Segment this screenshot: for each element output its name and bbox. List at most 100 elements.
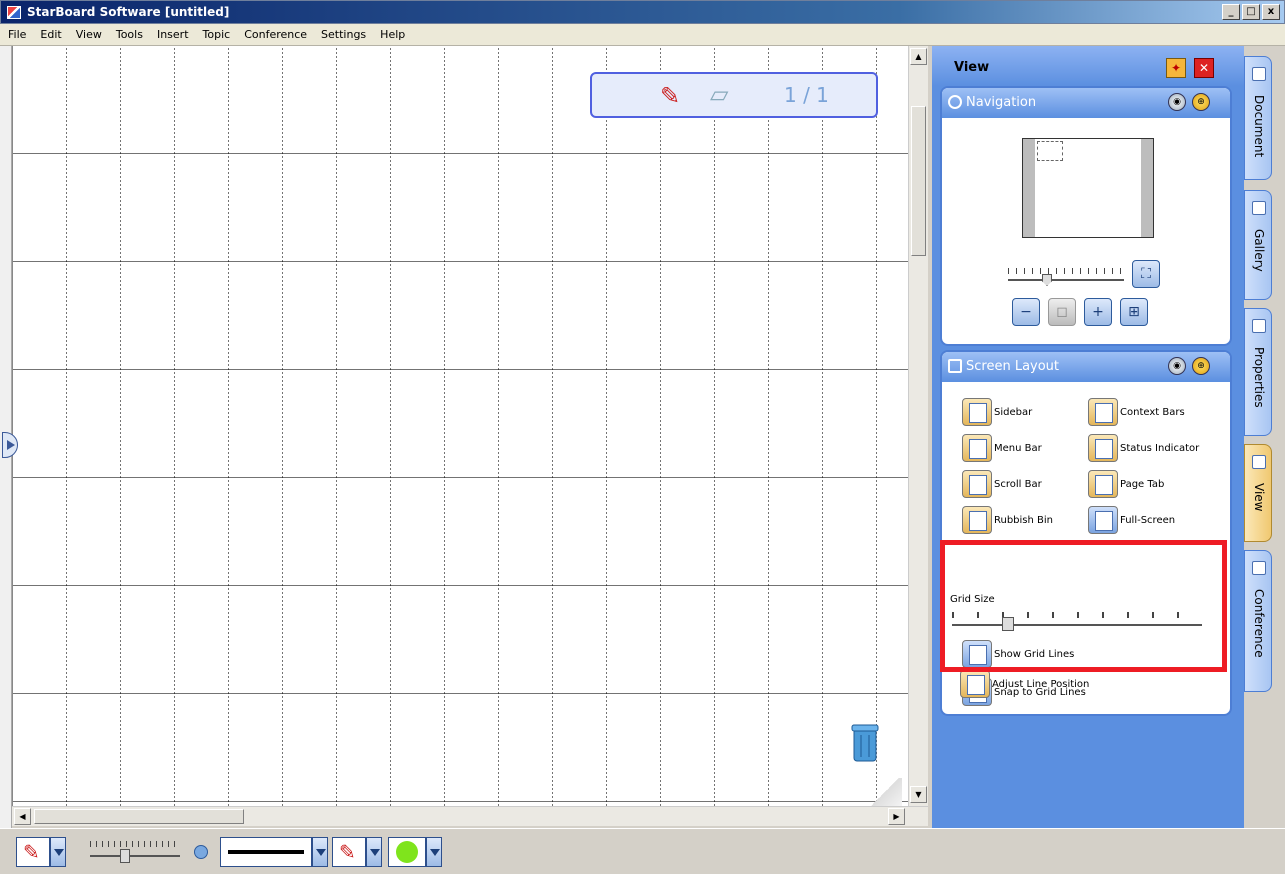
pen-color-dropdown[interactable] — [366, 837, 382, 867]
scroll-right-arrow[interactable]: ▶ — [888, 808, 905, 825]
menu-bar: File Edit View Tools Insert Topic Confer… — [0, 24, 1285, 46]
menu-bar-toggle[interactable]: Menu Bar — [962, 434, 1042, 462]
view-icon — [1252, 455, 1266, 469]
tab-document-label: Document — [1252, 95, 1266, 158]
menu-bar-icon — [962, 434, 992, 462]
rubbish-bin-icon — [962, 506, 992, 534]
view-panel: View ✦ ✕ Navigation ◉ ⊕ ⛶ − ◻ + ⊞ Screen… — [932, 46, 1244, 828]
pen-tool-button[interactable]: ✎ — [16, 837, 50, 867]
collapse-icon[interactable]: ⊕ — [1192, 357, 1210, 375]
full-screen-label: Full-Screen — [1120, 514, 1176, 526]
scroll-up-arrow[interactable]: ▲ — [910, 48, 927, 65]
whiteboard-canvas[interactable] — [12, 46, 908, 806]
menu-file[interactable]: File — [8, 28, 26, 41]
screen-layout-title: Screen Layout — [966, 359, 1060, 374]
pin-button[interactable]: ✦ — [1166, 58, 1186, 78]
menu-topic[interactable]: Topic — [203, 28, 231, 41]
horizontal-scroll-thumb[interactable] — [34, 809, 244, 824]
zoom-out-icon[interactable]: − — [1012, 298, 1040, 326]
line-style-dropdown[interactable] — [312, 837, 328, 867]
horizontal-scrollbar[interactable]: ◀ ▶ — [12, 806, 928, 826]
status-indicator-toggle[interactable]: Status Indicator — [1088, 434, 1199, 462]
expand-icon[interactable]: ◉ — [1168, 357, 1186, 375]
vertical-scrollbar[interactable]: ▲ ▼ — [908, 46, 928, 806]
rubbish-bin-icon[interactable] — [851, 723, 881, 763]
page-tab-icon — [1088, 470, 1118, 498]
sidebar-icon — [962, 398, 992, 426]
status-indicator-label: Status Indicator — [1120, 442, 1200, 454]
rubbish-bin-toggle[interactable]: Rubbish Bin — [962, 506, 1053, 534]
magnifier-icon — [948, 95, 962, 109]
status-indicator-icon — [1088, 434, 1118, 462]
tab-properties[interactable]: Properties — [1244, 308, 1272, 436]
pen-tool-dropdown[interactable] — [50, 837, 66, 867]
pen-size-dot — [194, 845, 208, 859]
conference-icon — [1252, 561, 1266, 575]
menu-help[interactable]: Help — [380, 28, 405, 41]
minimize-button[interactable]: _ — [1222, 4, 1240, 20]
scroll-down-arrow[interactable]: ▼ — [910, 786, 927, 803]
menu-settings[interactable]: Settings — [321, 28, 366, 41]
adjust-line-icon — [960, 670, 990, 698]
navigation-preview[interactable] — [1022, 138, 1154, 238]
vertical-scroll-thumb[interactable] — [911, 106, 926, 256]
bottom-toolbar: ✎ ✎ — [0, 828, 1285, 874]
adjust-line-position-toggle[interactable]: Adjust Line Position — [960, 670, 1089, 698]
pen-icon: ✎ — [339, 840, 356, 864]
fit-zoom-icon[interactable]: ⛶ — [1132, 260, 1160, 288]
rubbish-bin-label: Rubbish Bin — [994, 514, 1054, 526]
menu-conference[interactable]: Conference — [244, 28, 307, 41]
panel-header: View ✦ ✕ — [932, 46, 1244, 86]
menu-edit[interactable]: Edit — [40, 28, 61, 41]
tab-conference[interactable]: Conference — [1244, 550, 1272, 692]
page-indicator[interactable]: ✎ ▱ 1 / 1 — [590, 72, 878, 118]
expand-icon[interactable]: ◉ — [1168, 93, 1186, 111]
menu-view[interactable]: View — [76, 28, 102, 41]
collapse-icon[interactable]: ⊕ — [1192, 93, 1210, 111]
context-bars-label: Context Bars — [1120, 406, 1185, 418]
full-screen-icon — [1088, 506, 1118, 534]
sidebar-label: Sidebar — [994, 406, 1033, 418]
page-tab-label: Page Tab — [1120, 478, 1165, 490]
viewport-rect[interactable] — [1037, 141, 1063, 161]
zoom-page-icon[interactable]: ⊞ — [1120, 298, 1148, 326]
maximize-button[interactable]: □ — [1242, 4, 1260, 20]
tab-properties-label: Properties — [1252, 347, 1266, 408]
page-curl[interactable] — [866, 778, 902, 808]
close-button[interactable]: x — [1262, 4, 1280, 20]
window-title: StarBoard Software [untitled] — [27, 5, 230, 19]
menu-insert[interactable]: Insert — [157, 28, 189, 41]
zoom-100-icon[interactable]: ◻ — [1048, 298, 1076, 326]
scroll-bar-icon — [962, 470, 992, 498]
zoom-slider-knob[interactable] — [1042, 274, 1052, 286]
document-icon — [1252, 67, 1266, 81]
layout-icon — [948, 359, 962, 373]
context-bars-toggle[interactable]: Context Bars — [1088, 398, 1185, 426]
zoom-slider[interactable] — [1008, 266, 1124, 286]
fill-color-dropdown[interactable] — [426, 837, 442, 867]
menu-bar-label: Menu Bar — [994, 442, 1042, 454]
menu-tools[interactable]: Tools — [116, 28, 143, 41]
navigation-header[interactable]: Navigation ◉ ⊕ — [942, 88, 1230, 118]
scroll-bar-toggle[interactable]: Scroll Bar — [962, 470, 1042, 498]
pen-icon: ✎ — [660, 82, 681, 110]
pen-color-button[interactable]: ✎ — [332, 837, 366, 867]
full-screen-toggle[interactable]: Full-Screen — [1088, 506, 1175, 534]
zoom-in-icon[interactable]: + — [1084, 298, 1112, 326]
pen-width-knob[interactable] — [120, 849, 130, 863]
context-bars-icon — [1088, 398, 1118, 426]
sidebar-toggle[interactable]: Sidebar — [962, 398, 1032, 426]
side-tabs: Document Gallery Properties View Confere… — [1244, 46, 1285, 828]
tab-gallery[interactable]: Gallery — [1244, 190, 1272, 300]
page-tab-toggle[interactable]: Page Tab — [1088, 470, 1164, 498]
app-icon — [7, 6, 21, 19]
panel-close-button[interactable]: ✕ — [1194, 58, 1214, 78]
scroll-left-arrow[interactable]: ◀ — [14, 808, 31, 825]
tab-document[interactable]: Document — [1244, 56, 1272, 180]
highlight-annotation — [940, 540, 1227, 672]
tab-view[interactable]: View — [1244, 444, 1272, 542]
adjust-line-position-label: Adjust Line Position — [992, 678, 1090, 690]
screen-layout-header[interactable]: Screen Layout ◉ ⊕ — [942, 352, 1230, 382]
navigation-group: Navigation ◉ ⊕ ⛶ − ◻ + ⊞ — [940, 86, 1232, 346]
pen-width-slider[interactable] — [90, 839, 184, 867]
